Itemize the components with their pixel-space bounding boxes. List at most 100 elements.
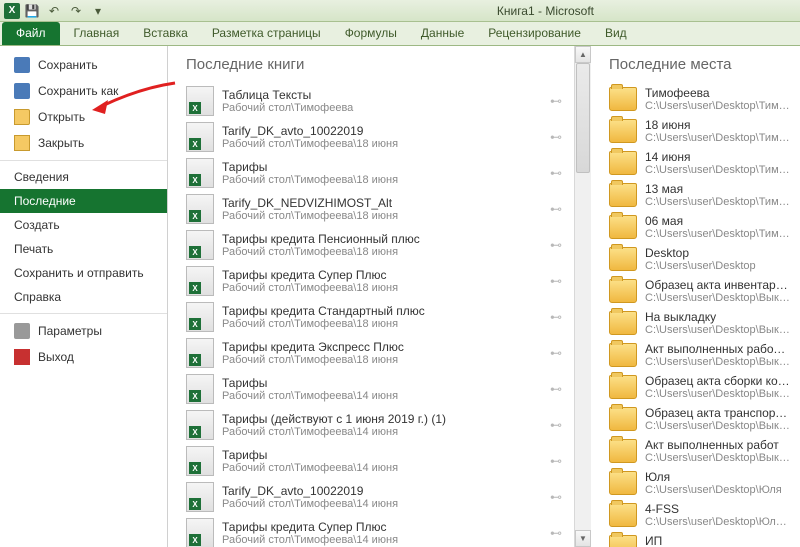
recent-book-item[interactable]: ТарифыРабочий стол\Тимофеева\14 июня⊷ (186, 371, 570, 407)
recent-book-item[interactable]: Tarify_DK_NEDVIZHIMOST_AltРабочий стол\Т… (186, 191, 570, 227)
tab-home[interactable]: Главная (62, 22, 132, 45)
nav-label: Открыть (38, 110, 85, 124)
recent-place-item[interactable]: 4-FSSC:\Users\user\Desktop\Юля\30.08.1 (609, 499, 796, 531)
file-path: Рабочий стол\Тимофеева\18 июня (222, 138, 540, 150)
recent-place-item[interactable]: Акт выполненных работ грузопереC:\Users\… (609, 339, 796, 371)
nav-label: Сведения (14, 170, 69, 184)
folder-icon (609, 311, 637, 335)
nav-exit[interactable]: Выход (0, 344, 167, 370)
pin-icon[interactable]: ⊷ (548, 309, 564, 325)
folder-icon (609, 183, 637, 207)
pin-icon[interactable]: ⊷ (548, 489, 564, 505)
recent-book-item[interactable]: Tarify_DK_avto_10022019Рабочий стол\Тимо… (186, 119, 570, 155)
recent-place-item[interactable]: 14 июняC:\Users\user\Desktop\Тимофеева\ (609, 147, 796, 179)
recent-book-item[interactable]: Тарифы кредита Стандартный плюсРабочий с… (186, 299, 570, 335)
recent-place-item[interactable]: ЮляC:\Users\user\Desktop\Юля (609, 467, 796, 499)
recent-book-item[interactable]: Тарифы кредита Супер ПлюсРабочий стол\Ти… (186, 263, 570, 299)
nav-recent[interactable]: Последние (0, 189, 167, 213)
nav-print[interactable]: Печать (0, 237, 167, 261)
pin-icon[interactable]: ⊷ (548, 345, 564, 361)
file-name: Тарифы (222, 160, 540, 174)
file-name: Tarify_DK_avto_10022019 (222, 124, 540, 138)
nav-open[interactable]: Открыть (0, 104, 167, 130)
folder-path: C:\Users\user\Desktop\Выкладка\Д (645, 356, 790, 368)
tab-layout[interactable]: Разметка страницы (200, 22, 333, 45)
folder-name: Акт выполненных работ (645, 438, 790, 452)
scrollbar-vertical[interactable]: ▲ ▼ (574, 46, 591, 547)
qat-save-icon[interactable]: 💾 (22, 2, 42, 20)
nav-label: Выход (38, 350, 74, 364)
folder-path: C:\Users\user\Desktop\Тимофеева\ (645, 132, 790, 144)
tab-file[interactable]: Файл (2, 22, 60, 45)
recent-book-item[interactable]: Тарифы (действуют с 1 июня 2019 г.) (1)Р… (186, 407, 570, 443)
folder-name: 06 мая (645, 214, 790, 228)
file-path: Рабочий стол\Тимофеева\18 июня (222, 210, 540, 222)
pin-icon[interactable]: ⊷ (548, 165, 564, 181)
recent-place-item[interactable]: На выкладкуC:\Users\user\Desktop\Выкладк… (609, 307, 796, 339)
recent-place-item[interactable]: Образец акта сборки компьютераC:\Users\u… (609, 371, 796, 403)
nav-help[interactable]: Справка (0, 285, 167, 309)
pin-icon[interactable]: ⊷ (548, 237, 564, 253)
recent-place-item[interactable]: Образец акта транспортных услугC:\Users\… (609, 403, 796, 435)
tab-review[interactable]: Рецензирование (476, 22, 593, 45)
saveas-icon (14, 83, 30, 99)
nav-close[interactable]: Закрыть (0, 130, 167, 156)
folder-name: 14 июня (645, 150, 790, 164)
recent-book-item[interactable]: ТарифыРабочий стол\Тимофеева\14 июня⊷ (186, 443, 570, 479)
recent-book-item[interactable]: ТарифыРабочий стол\Тимофеева\18 июня⊷ (186, 155, 570, 191)
folder-icon (609, 343, 637, 367)
recent-place-item[interactable]: DesktopC:\Users\user\Desktop (609, 243, 796, 275)
nav-share[interactable]: Сохранить и отправить (0, 261, 167, 285)
excel-file-icon (186, 410, 214, 440)
tab-insert[interactable]: Вставка (131, 22, 200, 45)
excel-file-icon (186, 86, 214, 116)
folder-path: C:\Users\user\Desktop\Тимофеева\ (645, 228, 790, 240)
folder-icon (609, 471, 637, 495)
recent-place-item[interactable]: 13 маяC:\Users\user\Desktop\Тимофеева\ (609, 179, 796, 211)
recent-place-item[interactable]: ИПC:\Users\user\Desktop\Юля\27.08.1 (609, 531, 796, 547)
file-name: Таблица Тексты (222, 88, 540, 102)
pin-icon[interactable]: ⊷ (548, 381, 564, 397)
recent-places-heading: Последние места (609, 56, 796, 73)
pin-icon[interactable]: ⊷ (548, 93, 564, 109)
pin-icon[interactable]: ⊷ (548, 273, 564, 289)
recent-place-item[interactable]: 06 маяC:\Users\user\Desktop\Тимофеева\ (609, 211, 796, 243)
scroll-up-icon[interactable]: ▲ (575, 46, 591, 63)
folder-name: На выкладку (645, 310, 790, 324)
nav-info[interactable]: Сведения (0, 160, 167, 189)
pin-icon[interactable]: ⊷ (548, 201, 564, 217)
recent-places-column: Последние места ТимофееваC:\Users\user\D… (591, 46, 800, 547)
nav-label: Параметры (38, 324, 102, 338)
pin-icon[interactable]: ⊷ (548, 129, 564, 145)
nav-label: Сохранить (38, 58, 98, 72)
nav-save[interactable]: Сохранить (0, 52, 167, 78)
nav-save-as[interactable]: Сохранить как (0, 78, 167, 104)
scroll-thumb[interactable] (576, 63, 590, 173)
recent-book-item[interactable]: Тарифы кредита Экспресс ПлюсРабочий стол… (186, 335, 570, 371)
nav-new[interactable]: Создать (0, 213, 167, 237)
nav-options[interactable]: Параметры (0, 313, 167, 344)
pin-icon[interactable]: ⊷ (548, 453, 564, 469)
qat-redo-icon[interactable]: ↷ (66, 2, 86, 20)
recent-place-item[interactable]: ТимофееваC:\Users\user\Desktop\Тимофеева (609, 83, 796, 115)
tab-data[interactable]: Данные (409, 22, 476, 45)
recent-book-item[interactable]: Tarify_DK_avto_10022019Рабочий стол\Тимо… (186, 479, 570, 515)
file-name: Тарифы (222, 448, 540, 462)
scroll-down-icon[interactable]: ▼ (575, 530, 591, 547)
recent-book-item[interactable]: Тарифы кредита Пенсионный плюсРабочий ст… (186, 227, 570, 263)
tab-formulas[interactable]: Формулы (333, 22, 409, 45)
qat-undo-icon[interactable]: ↶ (44, 2, 64, 20)
folder-path: C:\Users\user\Desktop (645, 260, 790, 272)
pin-icon[interactable]: ⊷ (548, 417, 564, 433)
pin-icon[interactable]: ⊷ (548, 525, 564, 541)
recent-place-item[interactable]: 18 июняC:\Users\user\Desktop\Тимофеева\ (609, 115, 796, 147)
tab-view[interactable]: Вид (593, 22, 639, 45)
folder-path: C:\Users\user\Desktop\Выкладка\Д (645, 420, 790, 432)
recent-place-item[interactable]: Акт выполненных работC:\Users\user\Deskt… (609, 435, 796, 467)
recent-book-item[interactable]: Таблица ТекстыРабочий стол\Тимофеева⊷ (186, 83, 570, 119)
excel-file-icon (186, 302, 214, 332)
recent-place-item[interactable]: Образец акта инвентаризацииC:\Users\user… (609, 275, 796, 307)
recent-book-item[interactable]: Тарифы кредита Супер ПлюсРабочий стол\Ти… (186, 515, 570, 547)
qat-customize-icon[interactable]: ▾ (88, 2, 108, 20)
excel-app-icon: X (4, 3, 20, 19)
